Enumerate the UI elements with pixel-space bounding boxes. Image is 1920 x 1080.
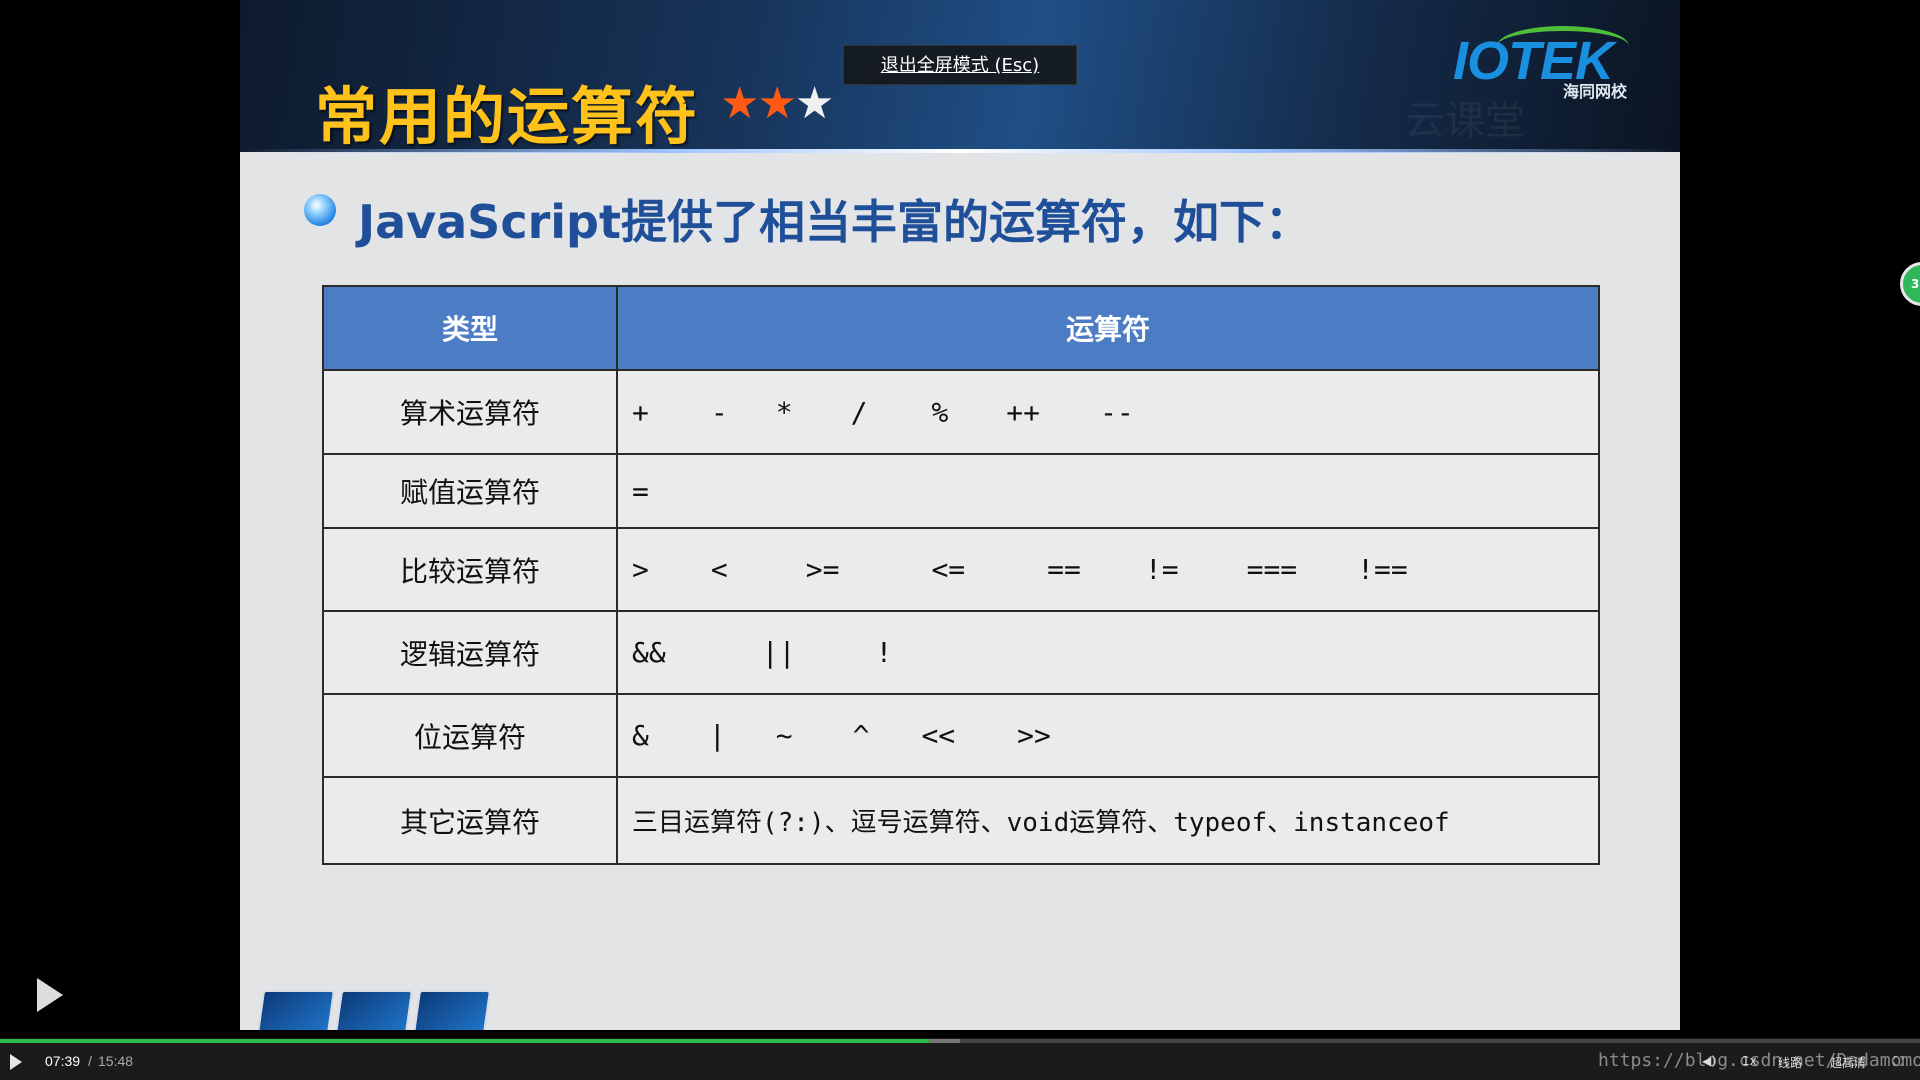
thumbnail-linux [256, 990, 336, 1030]
line-button[interactable]: 线路 [1778, 1054, 1802, 1071]
row-type: 比较运算符 [322, 527, 618, 612]
operator: || [761, 636, 796, 669]
operator: / [850, 395, 868, 429]
operator: !== [1357, 553, 1408, 586]
operator: ! [875, 636, 893, 669]
row-type: 逻辑运算符 [322, 610, 618, 695]
header-operators: 运算符 [616, 285, 1600, 371]
row-type: 其它运算符 [322, 776, 618, 865]
operator: != [1144, 553, 1179, 586]
operator: % [931, 395, 949, 429]
operator: && [632, 636, 666, 669]
star-icon: ★ [720, 78, 759, 129]
table-header-row: 类型 运算符 [322, 285, 1600, 371]
table-row: 赋值运算符 = [322, 453, 1600, 529]
side-badge[interactable]: 31 [1900, 262, 1920, 306]
table-row: 算术运算符 + - * /% ++ -- [322, 369, 1600, 455]
operator: & [632, 719, 649, 752]
iotek-logo: IOTEK 海同网校 [1453, 26, 1653, 106]
row-type: 赋值运算符 [322, 453, 618, 529]
operator: == [1047, 553, 1081, 586]
operator: -- [1100, 395, 1134, 429]
star-icon: ★ [794, 78, 834, 129]
row-operators: && ||! [616, 610, 1600, 695]
row-type: 算术运算符 [322, 369, 618, 455]
time-separator: / [88, 1053, 92, 1069]
row-operators: > < >= <= == != === !== [616, 527, 1600, 612]
operator: ~ [775, 719, 793, 752]
row-type: 位运算符 [322, 693, 618, 778]
thumbnail-monitor [334, 990, 414, 1030]
operator: - [710, 395, 728, 429]
slide-thumbnails [256, 990, 492, 1030]
progress-played [0, 1039, 930, 1043]
operator: << [921, 719, 956, 752]
speed-button[interactable]: 1x [1742, 1054, 1757, 1068]
logo-subtitle: 海同网校 [1563, 82, 1628, 101]
url-watermark: https://blog.csdn.net/Dadamomo [1598, 1050, 1920, 1071]
operator: ^ [852, 719, 870, 752]
operator: 三目运算符(?:)、逗号运算符、void运算符、typeof、instanceo… [632, 808, 1450, 838]
row-operators: & | ~ ^ << >> [616, 693, 1600, 778]
operator: | [708, 719, 726, 752]
operator: === [1246, 553, 1298, 586]
star-icon: ★ [757, 78, 796, 129]
volume-icon[interactable]: ◀) [1702, 1054, 1716, 1068]
progress-bar[interactable] [0, 1039, 1920, 1043]
table-row: 逻辑运算符 && ||! [322, 610, 1600, 695]
operator: < [710, 553, 728, 586]
operator: >= [805, 553, 840, 586]
table-row: 比较运算符 > < >= <= == != === !== [322, 527, 1600, 612]
operators-table: 类型 运算符 算术运算符 + - * /% ++ -- 赋值运算符 = 比较运算符 > < >… [322, 285, 1600, 865]
table-row: 其它运算符 三目运算符(?:)、逗号运算符、void运算符、typeof、ins… [322, 776, 1600, 865]
table-row: 位运算符 & | ~ ^ << >> [322, 693, 1600, 778]
slide-title: 常用的运算符 [315, 80, 700, 153]
operator: >> [1017, 719, 1051, 752]
operator: ++ [1006, 395, 1041, 429]
row-operators: + - * /% ++ -- [616, 369, 1600, 455]
time-duration: 15:48 [98, 1053, 134, 1069]
operator: > [632, 553, 649, 586]
row-operators: 三目运算符(?:)、逗号运算符、void运算符、typeof、instanceo… [616, 776, 1600, 865]
slide: 常用的运算符 ★★★ 退出全屏模式 (Esc) 云课堂 IOTEK 海同网校 J… [240, 0, 1680, 1030]
operator: * [775, 395, 793, 429]
exit-fullscreen-button[interactable]: 退出全屏模式 (Esc) [843, 45, 1077, 85]
row-operators: = [616, 453, 1600, 529]
bullet-text: JavaScript提供了相当丰富的运算符，如下： [358, 195, 1311, 249]
header-type: 类型 [322, 285, 618, 371]
quality-button[interactable]: 超高清 [1830, 1054, 1866, 1071]
time-current: 07:39 [45, 1053, 81, 1069]
thumbnail-screen [412, 990, 492, 1030]
operator: = [632, 474, 649, 508]
operator: + [632, 395, 649, 429]
bullet-icon [304, 194, 336, 226]
difficulty-stars: ★★★ [720, 78, 834, 129]
fullscreen-icon[interactable]: ⛶ [1894, 1054, 1902, 1069]
play-icon[interactable] [10, 1054, 22, 1070]
operator: <= [931, 553, 966, 586]
play-overlay-icon[interactable] [37, 978, 63, 1012]
